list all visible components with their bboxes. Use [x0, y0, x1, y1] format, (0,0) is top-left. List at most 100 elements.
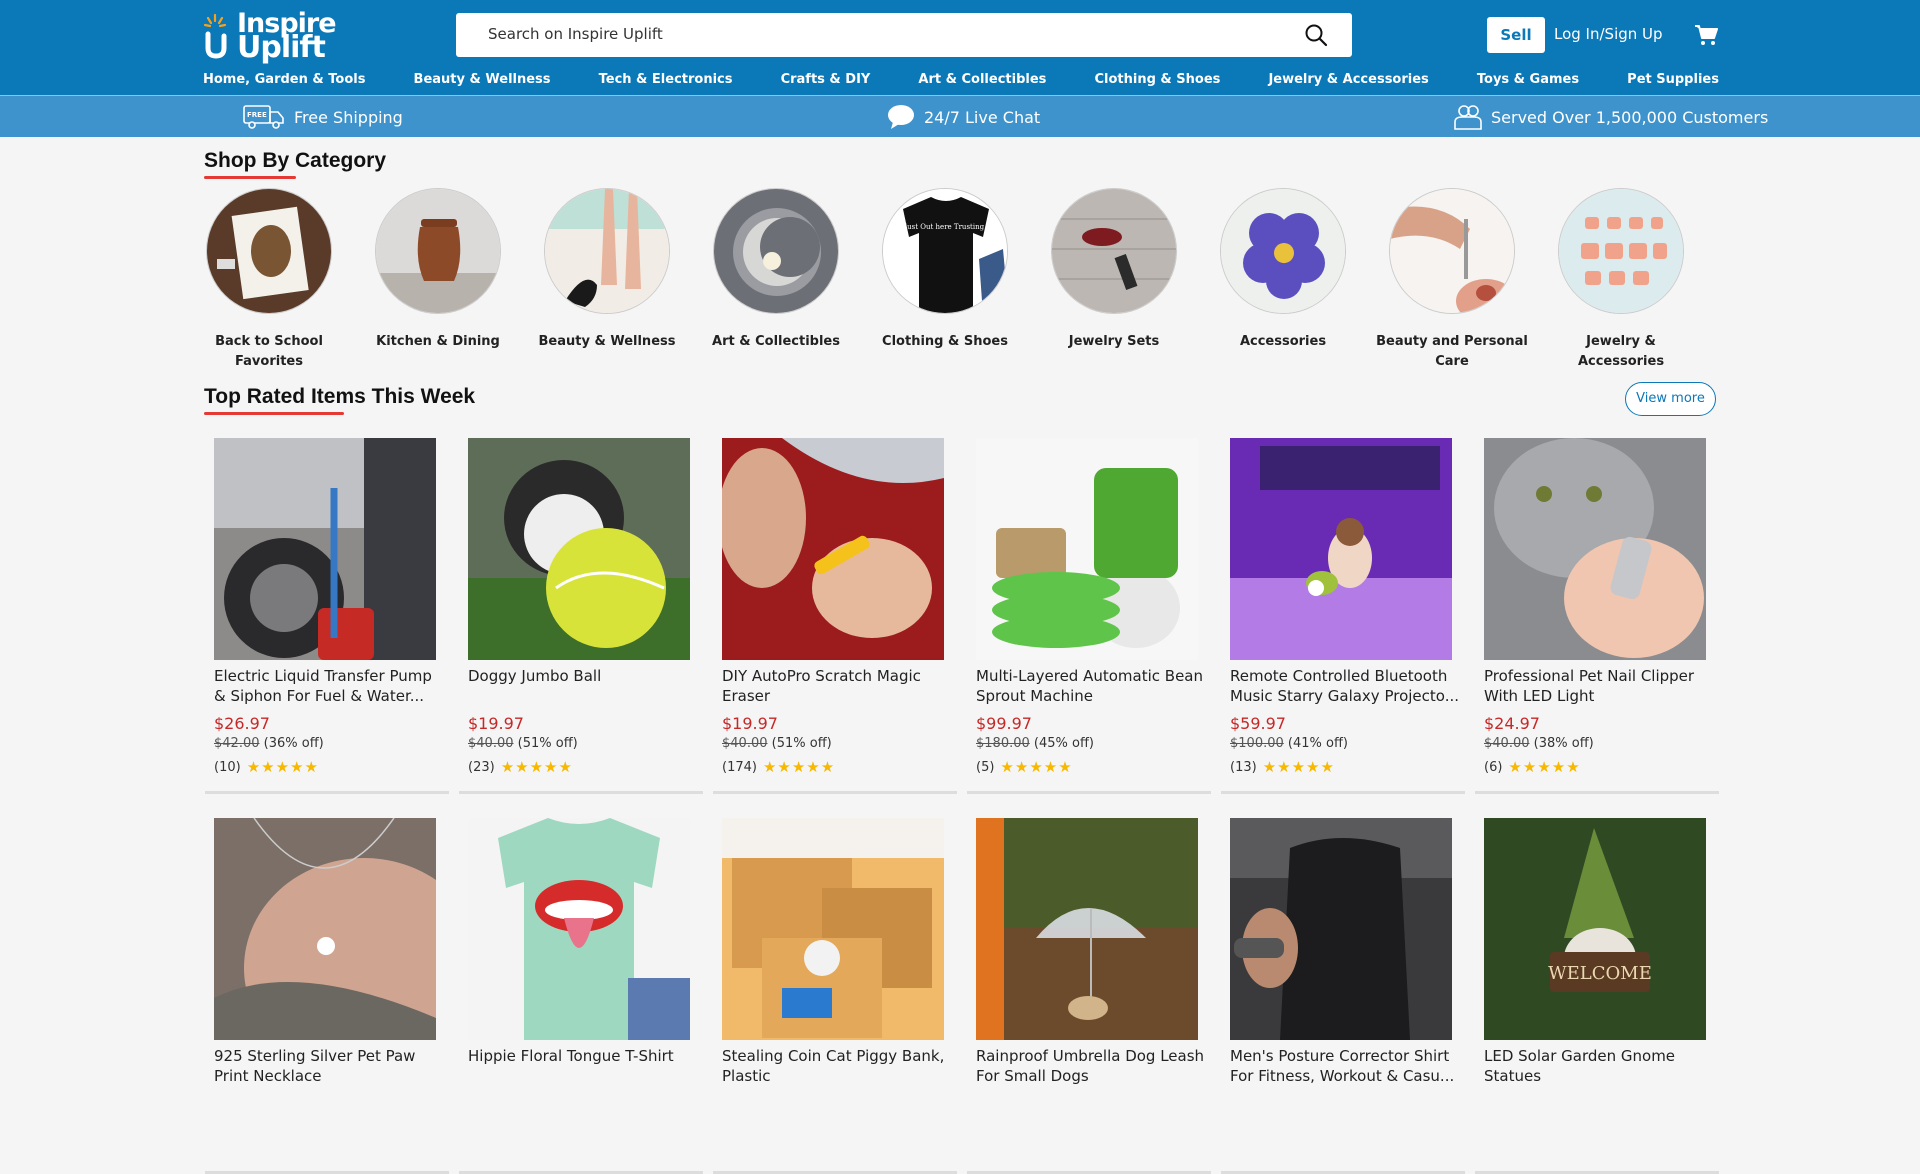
category-accessories[interactable]: Accessories [1203, 188, 1363, 352]
view-more-button[interactable]: View more [1625, 382, 1716, 416]
product-image[interactable] [214, 438, 436, 660]
search-input[interactable]: Search on Inspire Uplift [456, 13, 1352, 57]
product-card[interactable]: DIY AutoPro Scratch Magic Eraser $19.97 … [713, 430, 957, 794]
category-beauty-personal-care[interactable]: Beauty and Personal Care [1372, 188, 1532, 372]
category-jewelry-accessories[interactable]: Jewelry & Accessories [1541, 188, 1701, 372]
product-card[interactable]: Men's Posture Corrector Shirt For Fitnes… [1221, 810, 1465, 1174]
product-title[interactable]: Rainproof Umbrella Dog Leash For Small D… [976, 1046, 1208, 1086]
product-title[interactable]: Professional Pet Nail Clipper With LED L… [1484, 666, 1716, 706]
free-badge-text: FREE [247, 111, 267, 119]
nav-pet-supplies[interactable]: Pet Supplies [1627, 72, 1719, 90]
category-label: Clothing & Shoes [882, 334, 1008, 349]
product-title[interactable]: Hippie Floral Tongue T-Shirt [468, 1046, 700, 1066]
product-card[interactable]: Stealing Coin Cat Piggy Bank, Plastic [713, 810, 957, 1174]
product-image[interactable] [976, 818, 1198, 1040]
review-count: (23) [468, 759, 495, 775]
product-card[interactable]: Multi-Layered Automatic Bean Sprout Mach… [967, 430, 1211, 794]
product-title[interactable]: Stealing Coin Cat Piggy Bank, Plastic [722, 1046, 954, 1086]
product-price: $24.97 [1484, 714, 1540, 733]
logo-line-2: Uplift [237, 30, 326, 65]
original-price: $180.00 [976, 736, 1030, 751]
category-label: Jewelry & Accessories [1577, 334, 1665, 369]
category-image[interactable] [1558, 188, 1684, 314]
product-title[interactable]: DIY AutoPro Scratch Magic Eraser [722, 666, 954, 706]
product-old-price: $42.00 (36% off) [214, 736, 324, 751]
product-image[interactable] [468, 438, 690, 660]
category-image[interactable]: I'm just Out here Trusting God [882, 188, 1008, 314]
category-image[interactable] [206, 188, 332, 314]
nav-crafts-diy[interactable]: Crafts & DIY [781, 72, 871, 90]
product-image[interactable] [722, 438, 944, 660]
product-card[interactable]: Professional Pet Nail Clipper With LED L… [1475, 430, 1719, 794]
product-title[interactable]: 925 Sterling Silver Pet Paw Print Neckla… [214, 1046, 446, 1086]
site-logo[interactable]: Inspire Uplift [203, 6, 337, 65]
product-title[interactable]: Remote Controlled Bluetooth Music Starry… [1230, 666, 1462, 706]
product-image[interactable] [976, 438, 1198, 660]
nav-art-collectibles[interactable]: Art & Collectibles [918, 72, 1046, 90]
product-card[interactable]: Remote Controlled Bluetooth Music Starry… [1221, 430, 1465, 794]
product-card[interactable]: 925 Sterling Silver Pet Paw Print Neckla… [205, 810, 449, 1174]
nav-jewelry-accessories[interactable]: Jewelry & Accessories [1268, 72, 1428, 90]
product-card[interactable]: Electric Liquid Transfer Pump & Siphon F… [205, 430, 449, 794]
category-image[interactable] [1220, 188, 1346, 314]
nav-clothing-shoes[interactable]: Clothing & Shoes [1094, 72, 1220, 90]
category-clothing-shoes[interactable]: I'm just Out here Trusting God Clothing … [865, 188, 1025, 352]
search-placeholder: Search on Inspire Uplift [488, 25, 663, 43]
category-image[interactable] [544, 188, 670, 314]
nav-beauty-wellness[interactable]: Beauty & Wellness [414, 72, 551, 90]
product-image[interactable] [722, 818, 944, 1040]
category-image[interactable] [713, 188, 839, 314]
review-count: (5) [976, 759, 995, 775]
shop-by-category-heading: Shop By Category [204, 149, 386, 179]
product-image[interactable] [1230, 818, 1452, 1040]
original-price: $40.00 [722, 736, 768, 751]
category-image[interactable] [375, 188, 501, 314]
product-card[interactable]: WELCOME LED Solar Garden Gnome Statues [1475, 810, 1719, 1174]
customers-icon [1454, 105, 1482, 130]
product-image[interactable] [1484, 438, 1706, 660]
product-image[interactable] [468, 818, 690, 1040]
search-icon[interactable] [1304, 23, 1328, 47]
product-card[interactable]: Doggy Jumbo Ball $19.97 $40.00 (51% off)… [459, 430, 703, 794]
nav-toys-games[interactable]: Toys & Games [1477, 72, 1579, 90]
product-title[interactable]: Men's Posture Corrector Shirt For Fitnes… [1230, 1046, 1462, 1086]
category-nav: Home, Garden & Tools Beauty & Wellness T… [203, 72, 1719, 90]
info-bar: FREE Free Shipping 24/7 Live Chat Served… [0, 95, 1920, 137]
nav-tech-electronics[interactable]: Tech & Electronics [599, 72, 733, 90]
original-price: $40.00 [1484, 736, 1530, 751]
login-signup-link[interactable]: Log In/Sign Up [1554, 25, 1663, 43]
product-title[interactable]: Doggy Jumbo Ball [468, 666, 700, 686]
sell-button[interactable]: Sell [1487, 17, 1545, 53]
product-image[interactable] [1230, 438, 1452, 660]
product-rating: (10) ★★★★★ [214, 758, 319, 776]
category-beauty-wellness[interactable]: Beauty & Wellness [527, 188, 687, 352]
product-title[interactable]: LED Solar Garden Gnome Statues [1484, 1046, 1716, 1086]
category-label: Beauty & Wellness [538, 334, 676, 349]
product-image[interactable]: WELCOME [1484, 818, 1706, 1040]
category-art-collectibles[interactable]: Art & Collectibles [696, 188, 856, 352]
star-rating-icon: ★★★★★ [500, 758, 573, 776]
discount-text: (51% off) [517, 736, 578, 751]
category-kitchen-dining[interactable]: Kitchen & Dining [358, 188, 518, 352]
discount-text: (41% off) [1287, 736, 1348, 751]
product-price: $99.97 [976, 714, 1032, 733]
product-title[interactable]: Electric Liquid Transfer Pump & Siphon F… [214, 666, 446, 706]
product-card[interactable]: Hippie Floral Tongue T-Shirt [459, 810, 703, 1174]
product-title[interactable]: Multi-Layered Automatic Bean Sprout Mach… [976, 666, 1208, 706]
live-chat-banner: 24/7 Live Chat [887, 105, 1040, 129]
product-price: $19.97 [722, 714, 778, 733]
nav-home-garden-tools[interactable]: Home, Garden & Tools [203, 72, 365, 90]
product-card[interactable]: Rainproof Umbrella Dog Leash For Small D… [967, 810, 1211, 1174]
category-image[interactable] [1051, 188, 1177, 314]
category-jewelry-sets[interactable]: Jewelry Sets [1034, 188, 1194, 352]
discount-text: (51% off) [771, 736, 832, 751]
category-label: Jewelry Sets [1068, 334, 1160, 349]
review-count: (6) [1484, 759, 1503, 775]
cart-icon[interactable] [1694, 24, 1718, 46]
product-old-price: $100.00 (41% off) [1230, 736, 1348, 751]
product-image[interactable] [214, 818, 436, 1040]
category-image[interactable] [1389, 188, 1515, 314]
category-label: Accessories [1239, 334, 1327, 349]
product-old-price: $180.00 (45% off) [976, 736, 1094, 751]
category-back-to-school[interactable]: Back to School Favorites [189, 188, 349, 372]
